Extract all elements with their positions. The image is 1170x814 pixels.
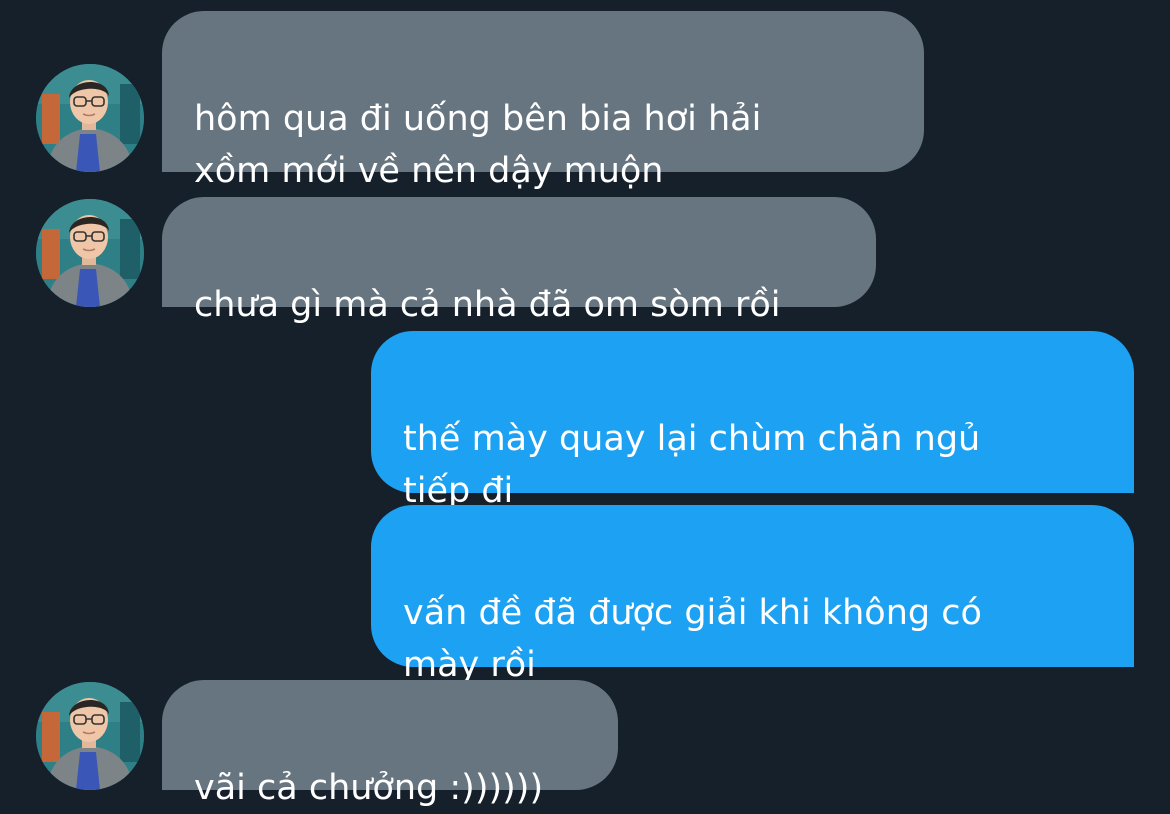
avatar[interactable] xyxy=(36,682,144,790)
user-avatar-photo-icon xyxy=(36,682,144,790)
message-text: thế mày quay lại chùm chăn ngủ tiếp đi xyxy=(403,419,981,511)
message-bubble-sent[interactable]: thế mày quay lại chùm chăn ngủ tiếp đi xyxy=(371,331,1134,511)
message-text: vãi cả chưởng :)))))) xyxy=(194,768,544,808)
user-avatar-photo-icon xyxy=(36,199,144,307)
message-bubble-sent[interactable]: vấn đề đã được giải khi không có mày rồi xyxy=(371,505,1134,685)
message-bubble-received[interactable]: vãi cả chưởng :)))))) xyxy=(162,680,618,808)
message-bubble-received[interactable]: chưa gì mà cả nhà đã om sòm rồi xyxy=(162,197,876,325)
user-avatar-photo-icon xyxy=(36,64,144,172)
message-text: vấn đề đã được giải khi không có mày rồi xyxy=(403,593,982,685)
avatar[interactable] xyxy=(36,199,144,307)
avatar[interactable] xyxy=(36,64,144,172)
message-bubble-received[interactable]: hôm qua đi uống bên bia hơi hải xồm mới … xyxy=(162,11,924,191)
message-text: hôm qua đi uống bên bia hơi hải xồm mới … xyxy=(194,99,762,191)
message-text: chưa gì mà cả nhà đã om sòm rồi xyxy=(194,285,781,325)
